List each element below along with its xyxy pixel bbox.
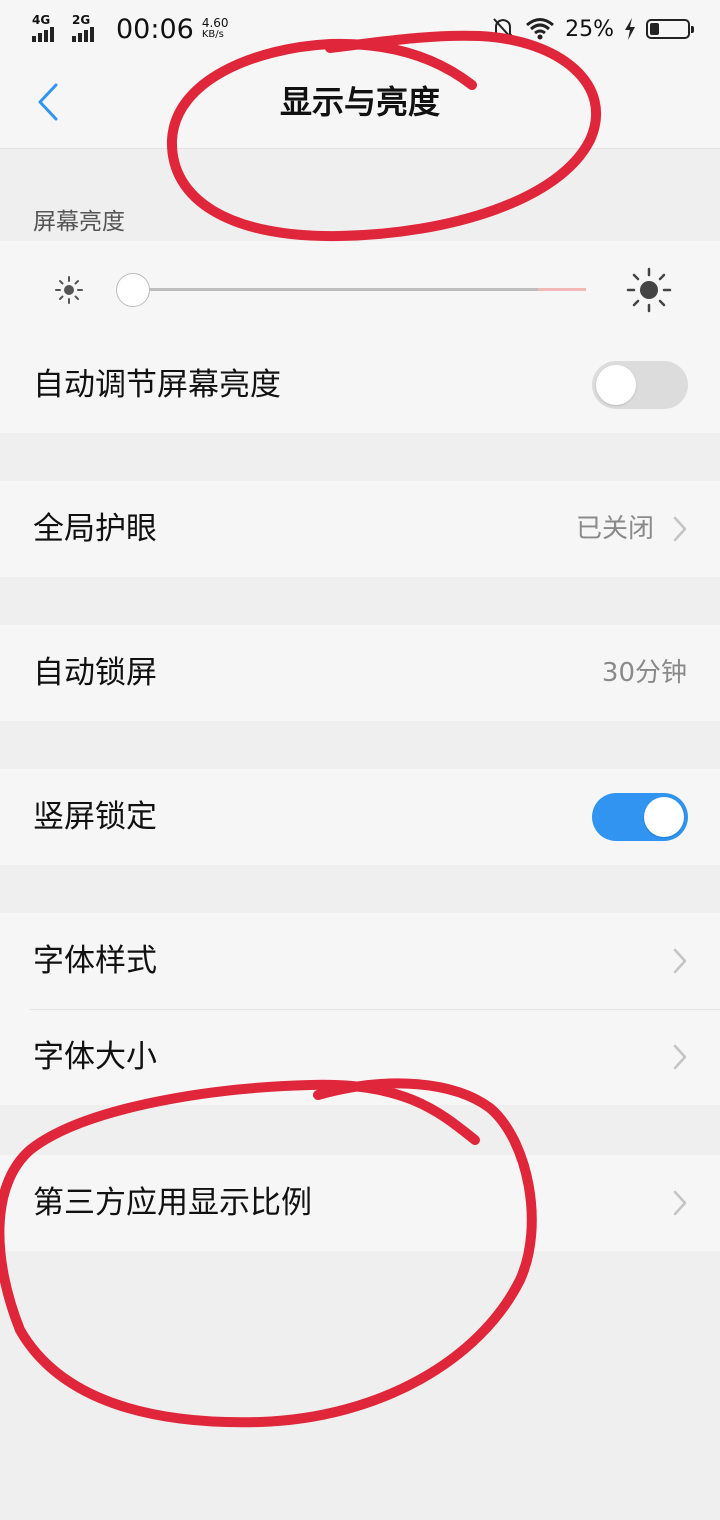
brightness-slider-tail [538, 288, 586, 291]
wifi-icon [526, 18, 555, 40]
status-time: 00:06 [116, 13, 194, 45]
battery-icon [646, 19, 694, 39]
toggle-knob [596, 365, 636, 405]
row-eye-protection[interactable]: 全局护眼 已关闭 [0, 481, 720, 577]
portrait-lock-label: 竖屏锁定 [33, 799, 157, 835]
eye-protection-value: 已关闭 [575, 514, 654, 544]
chevron-right-icon [673, 516, 687, 542]
auto-brightness-toggle[interactable] [592, 361, 688, 409]
page-title: 显示与亮度 [279, 83, 440, 121]
sun-large-icon [626, 267, 672, 313]
chevron-right-icon [673, 1190, 687, 1216]
bell-off-icon [491, 18, 515, 41]
row-auto-brightness: 自动调节屏幕亮度 [0, 337, 720, 433]
network-speed: 4.60 KB/s [202, 17, 229, 41]
group-app-ratio: 第三方应用显示比例 [0, 1155, 720, 1251]
row-auto-lock[interactable]: 自动锁屏 30分钟 [0, 625, 720, 721]
battery-fill [650, 23, 659, 35]
chevron-right-icon [673, 1044, 687, 1070]
signal-icon [72, 27, 94, 42]
auto-lock-label: 自动锁屏 [33, 655, 157, 691]
group-brightness: 自动调节屏幕亮度 [0, 241, 720, 433]
row-font-style[interactable]: 字体样式 [0, 913, 720, 1009]
nav-bar: 显示与亮度 [0, 56, 720, 149]
font-size-label: 字体大小 [33, 1039, 157, 1075]
row-font-size[interactable]: 字体大小 [0, 1009, 720, 1105]
charging-icon [625, 18, 635, 40]
network-2g: 2G [72, 13, 106, 42]
network-2g-label: 2G [72, 13, 91, 27]
brightness-slider-thumb[interactable] [116, 273, 150, 307]
network-4g: 4G [32, 13, 66, 42]
status-left: 4G 2G 00:06 4.60 KB/s [32, 13, 229, 45]
network-speed-value: 4.60 [201, 16, 229, 30]
group-auto-lock: 自动锁屏 30分钟 [0, 625, 720, 721]
brightness-slider[interactable] [134, 288, 586, 291]
group-fonts: 字体样式 字体大小 [0, 913, 720, 1105]
section-label-brightness: 屏幕亮度 [33, 209, 125, 235]
network-speed-unit: KB/s [201, 29, 224, 40]
sun-small-icon [55, 276, 83, 304]
row-portrait-lock: 竖屏锁定 [0, 769, 720, 865]
toggle-knob [644, 797, 684, 837]
app-ratio-label: 第三方应用显示比例 [33, 1185, 312, 1221]
status-right: 25% [491, 14, 694, 44]
eye-protection-label: 全局护眼 [33, 511, 157, 547]
font-style-label: 字体样式 [33, 943, 157, 979]
row-app-ratio[interactable]: 第三方应用显示比例 [0, 1155, 720, 1251]
status-bar: 4G 2G 00:06 4.60 KB/s 25% [0, 0, 720, 56]
portrait-lock-toggle[interactable] [592, 793, 688, 841]
auto-lock-value: 30分钟 [601, 658, 687, 688]
auto-brightness-label: 自动调节屏幕亮度 [33, 367, 281, 403]
network-4g-label: 4G [32, 13, 51, 27]
annotation-circle-app-ratio [0, 1078, 537, 1428]
group-eye-protection: 全局护眼 已关闭 [0, 481, 720, 577]
battery-percent: 25% [565, 16, 614, 42]
brightness-slider-row [0, 241, 720, 337]
group-portrait-lock: 竖屏锁定 [0, 769, 720, 865]
chevron-right-icon [673, 948, 687, 974]
signal-icon [32, 27, 54, 42]
